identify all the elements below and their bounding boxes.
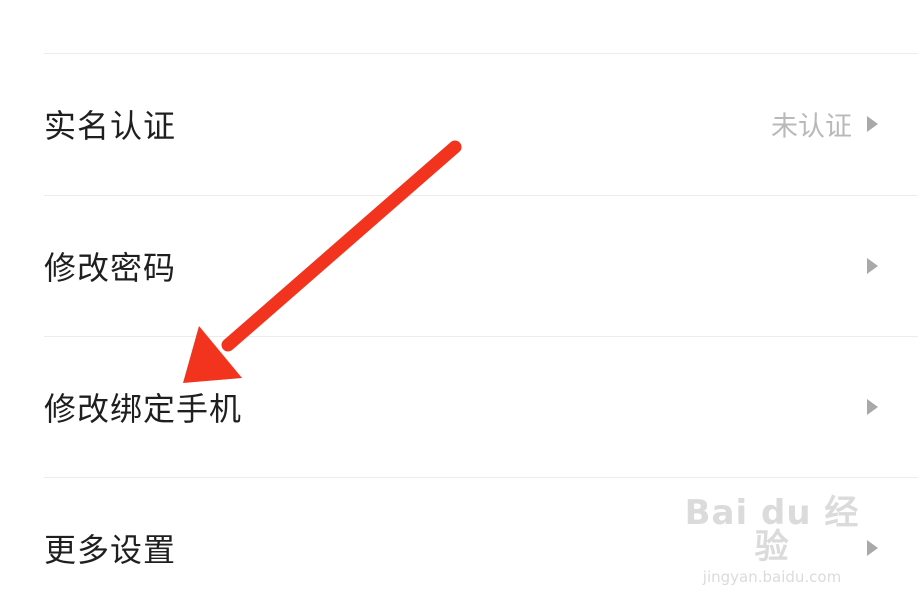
settings-row-change-password[interactable]: 修改密码	[0, 196, 918, 336]
chevron-right-icon	[867, 116, 878, 132]
watermark-url: jingyan.baidu.com	[702, 568, 842, 586]
row-value-real-name-status: 未认证	[771, 111, 852, 143]
row-label-more-settings: 更多设置	[44, 531, 177, 569]
baidu-jingyan-watermark: Bai du 经验 jingyan.baidu.com	[672, 496, 872, 586]
settings-row-real-name[interactable]: 实名认证 未认证	[0, 54, 918, 194]
row-label-change-phone: 修改绑定手机	[44, 390, 243, 428]
chevron-right-icon	[867, 399, 878, 415]
watermark-brand: Bai du 经验	[684, 493, 860, 567]
chevron-right-icon	[867, 258, 878, 274]
settings-row-change-phone[interactable]: 修改绑定手机	[0, 337, 918, 477]
row-label-real-name: 实名认证	[44, 107, 177, 145]
row-label-change-password: 修改密码	[44, 249, 177, 287]
settings-page: 实名认证 未认证 修改密码 修改绑定手机 更多设置 Bai du 经验 jing…	[0, 0, 918, 606]
